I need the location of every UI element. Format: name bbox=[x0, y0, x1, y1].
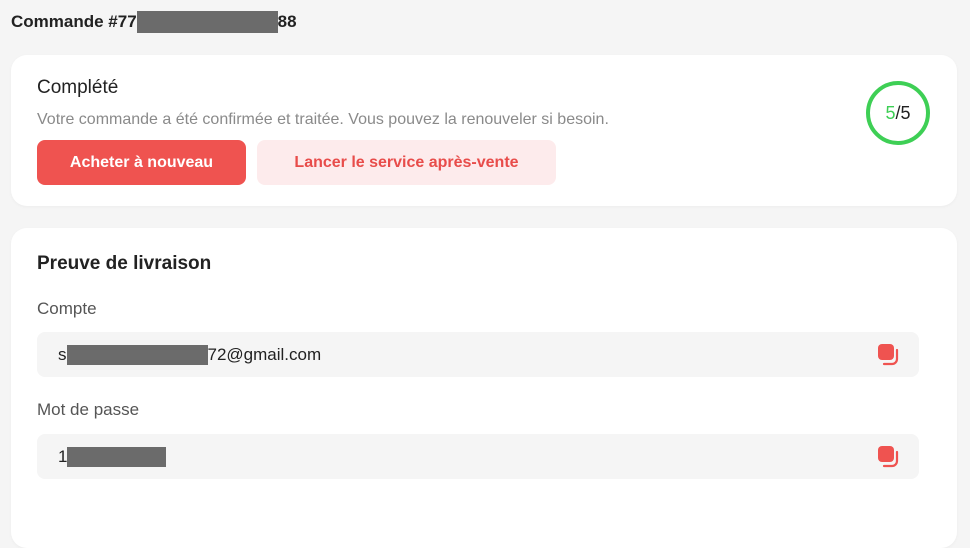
redacted-block bbox=[67, 446, 167, 467]
order-number-prefix: Commande #77 bbox=[11, 12, 137, 31]
redacted-block bbox=[136, 11, 278, 33]
copy-icon[interactable] bbox=[878, 446, 900, 468]
status-description: Votre commande a été confirmée et traité… bbox=[37, 111, 609, 128]
order-status-card: Complété Votre commande a été confirmée … bbox=[11, 55, 957, 206]
progress-ring: 5/5 bbox=[866, 81, 930, 145]
account-value-suffix: 72@gmail.com bbox=[207, 344, 322, 364]
account-field: s 72@gmail.com bbox=[37, 332, 919, 377]
copy-icon[interactable] bbox=[878, 344, 900, 366]
password-field: 1 bbox=[37, 434, 919, 479]
password-value: 1 bbox=[58, 446, 167, 467]
account-value: s 72@gmail.com bbox=[58, 344, 322, 365]
order-title: Commande #77 88 bbox=[11, 10, 297, 34]
proof-title: Preuve de livraison bbox=[37, 253, 212, 274]
redacted-block bbox=[66, 344, 208, 365]
delivery-proof-card: Preuve de livraison Compte s 72@gmail.com… bbox=[11, 228, 957, 548]
after-sales-button[interactable]: Lancer le service après-vente bbox=[257, 140, 556, 185]
account-value-prefix: s bbox=[58, 344, 67, 364]
progress-done: 5 bbox=[885, 102, 896, 123]
password-label: Mot de passe bbox=[37, 400, 140, 419]
buy-again-button[interactable]: Acheter à nouveau bbox=[37, 140, 246, 185]
status-title: Complété bbox=[37, 77, 119, 98]
order-number-suffix: 88 bbox=[277, 12, 297, 31]
progress-total: 5 bbox=[900, 102, 911, 123]
password-value-prefix: 1 bbox=[58, 446, 68, 466]
account-label: Compte bbox=[37, 299, 97, 318]
